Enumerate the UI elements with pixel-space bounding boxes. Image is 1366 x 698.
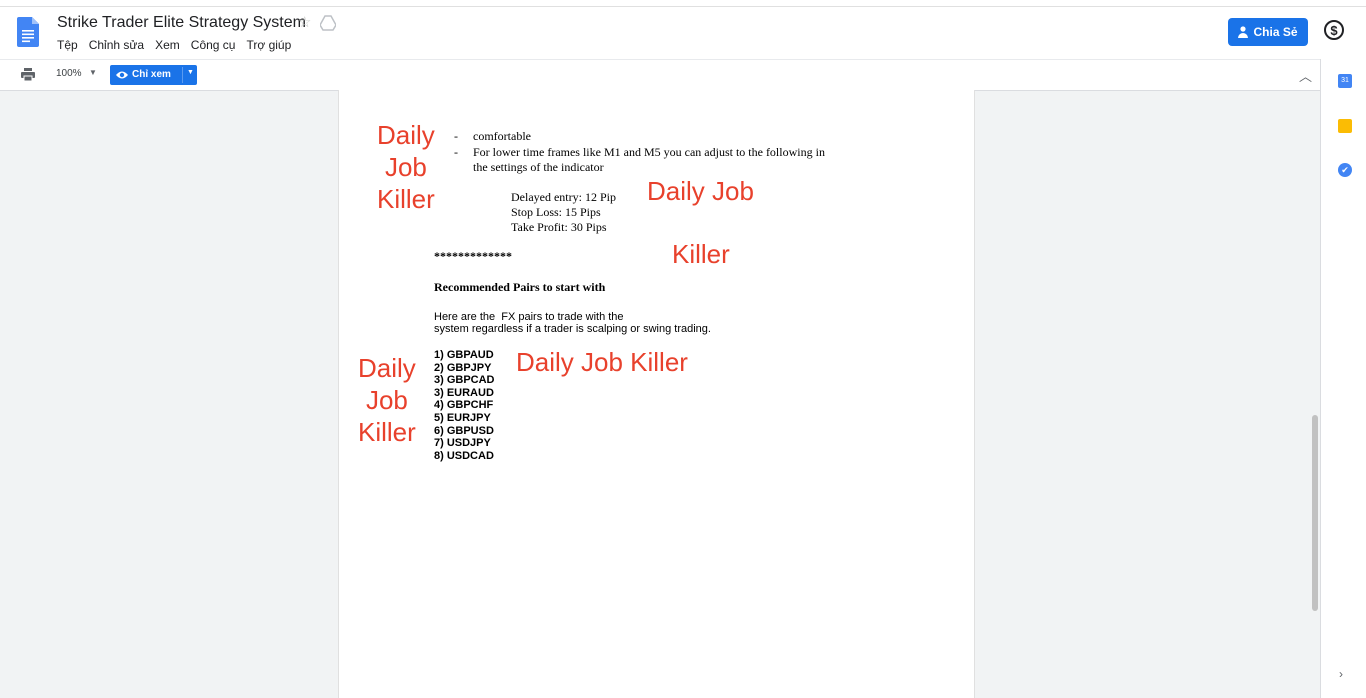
keep-icon[interactable] (1338, 119, 1352, 133)
section-heading: Recommended Pairs to start with (434, 280, 606, 294)
setting-line: Delayed entry: 12 Pip (511, 190, 616, 204)
view-mode-caret-icon[interactable]: ▼ (187, 69, 194, 76)
zoom-caret-icon[interactable]: ▼ (89, 68, 97, 77)
toolbar: 100% ▼ Chỉ xem ▼ ︿ (0, 59, 1320, 91)
view-mode-label: Chỉ xem (132, 69, 171, 80)
setting-line: Take Profit: 30 Pips (511, 220, 607, 234)
list-item: 3) EURAUD (434, 386, 494, 399)
watermark-text: Daily Job Killer (377, 119, 435, 215)
app-header: Strike Trader Elite Strategy System ☆ Tệ… (0, 7, 1366, 59)
watermark-text: Daily Job Killer (516, 347, 688, 377)
side-panel: 31 ✔ › (1320, 59, 1366, 698)
star-icon[interactable]: ☆ (298, 13, 311, 31)
watermark-line: Killer (358, 417, 416, 447)
eye-icon (116, 71, 128, 79)
zoom-select[interactable]: 100% (56, 68, 82, 79)
share-button[interactable]: Chia Sẻ (1228, 18, 1308, 46)
drive-move-icon[interactable] (320, 15, 336, 31)
view-mode-divider (182, 67, 183, 83)
top-strip (0, 0, 1366, 7)
watermark-text: Daily Job (647, 176, 754, 206)
paragraph-line: Here are the FX pairs to trade with the (434, 311, 624, 323)
menu-bar: Tệp Chỉnh sửa Xem Công cụ Trợ giúp (57, 38, 291, 52)
bullet-dash: - (454, 145, 458, 159)
menu-view[interactable]: Xem (155, 38, 180, 52)
menu-tools[interactable]: Công cụ (191, 38, 236, 52)
setting-line: Stop Loss: 15 Pips (511, 205, 601, 219)
bullet-text-cont: the settings of the indicator (473, 160, 604, 174)
list-item: 8) USDCAD (434, 449, 494, 462)
list-item: 7) USDJPY (434, 437, 491, 450)
expand-panel-chevron-icon[interactable]: › (1339, 667, 1343, 681)
document-page: - comfortable - For lower time frames li… (338, 90, 975, 698)
tasks-icon[interactable]: ✔ (1338, 163, 1352, 177)
bullet-text: comfortable (473, 129, 531, 143)
docs-logo-icon[interactable] (17, 17, 39, 47)
watermark-line: Job (384, 152, 427, 182)
scrollbar-thumb[interactable] (1312, 415, 1318, 611)
watermark-text: Killer (672, 239, 730, 269)
list-item: 2) GBPJPY (434, 361, 492, 374)
separator-stars: ************* (434, 249, 512, 263)
bullet-dash: - (454, 129, 458, 143)
list-item: 5) EURJPY (434, 411, 491, 424)
document-title[interactable]: Strike Trader Elite Strategy System (57, 14, 306, 32)
indicator-settings: Delayed entry: 12 Pip Stop Loss: 15 Pips… (511, 190, 616, 235)
dollar-icon[interactable]: $ (1324, 20, 1344, 40)
person-icon (1238, 26, 1249, 38)
menu-help[interactable]: Trợ giúp (246, 38, 291, 52)
watermark-line: Daily (377, 120, 435, 150)
share-label: Chia Sẻ (1253, 25, 1298, 39)
watermark-text: Daily Job Killer (358, 352, 416, 448)
view-mode-button[interactable]: Chỉ xem ▼ (110, 65, 197, 85)
list-item: 4) GBPCHF (434, 399, 494, 412)
watermark-line: Job (365, 385, 408, 415)
print-icon[interactable] (21, 68, 35, 81)
pairs-list: 1) GBPAUD 2) GBPJPY 3) GBPCAD 3) EURAUD … (434, 349, 495, 462)
intro-paragraph: Here are the FX pairs to trade with the … (434, 311, 711, 335)
bullet-text: For lower time frames like M1 and M5 you… (473, 145, 825, 159)
list-item: 6) GBPUSD (434, 424, 494, 437)
paragraph-line: system regardless if a trader is scalpin… (434, 323, 711, 335)
menu-edit[interactable]: Chỉnh sửa (89, 38, 144, 52)
watermark-line: Daily (358, 353, 416, 383)
watermark-line: Killer (377, 184, 435, 214)
menu-file[interactable]: Tệp (57, 38, 78, 52)
list-item: 3) GBPCAD (434, 374, 495, 387)
calendar-icon[interactable]: 31 (1338, 74, 1352, 88)
list-item: 1) GBPAUD (434, 349, 494, 361)
collapse-chevron-icon[interactable]: ︿ (1299, 66, 1312, 85)
